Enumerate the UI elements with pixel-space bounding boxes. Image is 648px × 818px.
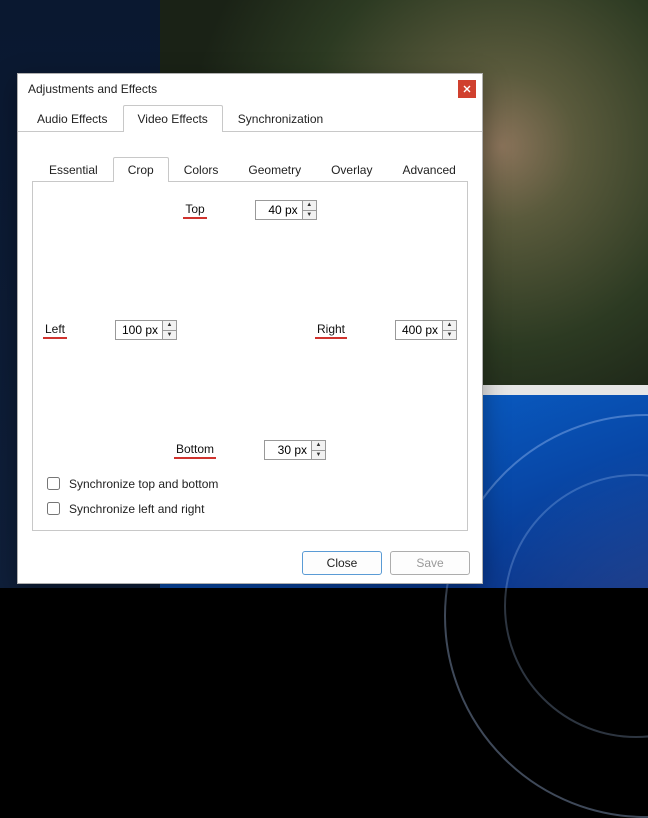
- crop-bottom-label: Bottom: [174, 442, 216, 459]
- crop-panel: Top ▲ ▼ Left: [32, 182, 468, 531]
- close-button[interactable]: Close: [302, 551, 382, 575]
- crop-sync-checks: Synchronize top and bottom Synchronize l…: [43, 474, 457, 518]
- crop-right-down-icon[interactable]: ▼: [443, 331, 456, 340]
- crop-left-label: Left: [43, 322, 67, 339]
- crop-top-up-icon[interactable]: ▲: [303, 201, 316, 211]
- crop-bottom-up-icon[interactable]: ▲: [312, 441, 325, 451]
- dialog-button-bar: Close Save: [18, 541, 482, 587]
- subtab-advanced[interactable]: Advanced: [387, 157, 470, 182]
- crop-right-label: Right: [315, 322, 347, 339]
- tab-audio-effects[interactable]: Audio Effects: [22, 105, 123, 132]
- sync-left-right-checkbox[interactable]: [47, 502, 60, 515]
- crop-bottom-input[interactable]: [265, 441, 311, 459]
- sync-top-bottom-label[interactable]: Synchronize top and bottom: [69, 477, 218, 491]
- adjustments-effects-dialog: Adjustments and Effects Audio Effects Vi…: [17, 73, 483, 584]
- crop-bottom-down-icon[interactable]: ▼: [312, 451, 325, 460]
- sync-top-bottom-checkbox[interactable]: [47, 477, 60, 490]
- subtab-colors[interactable]: Colors: [169, 157, 234, 182]
- crop-top-label: Top: [183, 202, 206, 219]
- crop-top-input[interactable]: [256, 201, 302, 219]
- crop-top-spinbox[interactable]: ▲ ▼: [255, 200, 317, 220]
- dialog-content: Essential Crop Colors Geometry Overlay A…: [18, 132, 482, 541]
- subtab-overlay[interactable]: Overlay: [316, 157, 387, 182]
- main-tabstrip: Audio Effects Video Effects Synchronizat…: [18, 104, 482, 132]
- subtab-geometry[interactable]: Geometry: [233, 157, 316, 182]
- dialog-titlebar: Adjustments and Effects: [18, 74, 482, 104]
- crop-right-input[interactable]: [396, 321, 442, 339]
- crop-grid: Top ▲ ▼ Left: [43, 196, 457, 460]
- dialog-title: Adjustments and Effects: [28, 82, 458, 96]
- crop-top-down-icon[interactable]: ▼: [303, 211, 316, 220]
- save-button[interactable]: Save: [390, 551, 470, 575]
- close-icon[interactable]: [458, 80, 476, 98]
- subtab-crop[interactable]: Crop: [113, 157, 169, 182]
- sync-left-right-label[interactable]: Synchronize left and right: [69, 502, 204, 516]
- crop-right-spinbox[interactable]: ▲ ▼: [395, 320, 457, 340]
- crop-right-up-icon[interactable]: ▲: [443, 321, 456, 331]
- crop-left-spinbox[interactable]: ▲ ▼: [115, 320, 177, 340]
- subtab-essential[interactable]: Essential: [34, 157, 113, 182]
- tab-synchronization[interactable]: Synchronization: [223, 105, 338, 132]
- video-effects-subtabs: Essential Crop Colors Geometry Overlay A…: [32, 156, 468, 182]
- crop-left-down-icon[interactable]: ▼: [163, 331, 176, 340]
- crop-left-input[interactable]: [116, 321, 162, 339]
- crop-left-up-icon[interactable]: ▲: [163, 321, 176, 331]
- crop-bottom-spinbox[interactable]: ▲ ▼: [264, 440, 326, 460]
- tab-video-effects[interactable]: Video Effects: [123, 105, 223, 132]
